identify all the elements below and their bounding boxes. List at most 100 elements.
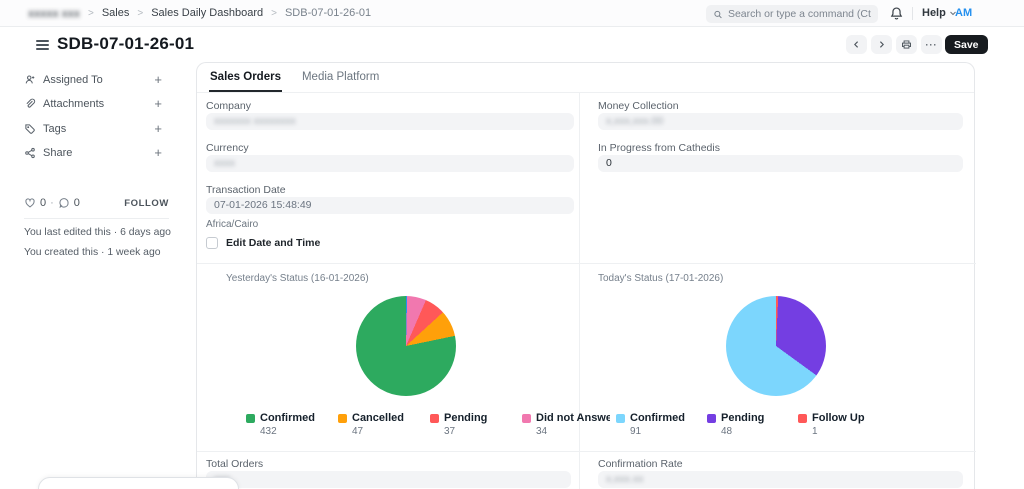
breadcrumb-sales-daily-dashboard[interactable]: Sales Daily Dashboard xyxy=(151,7,263,19)
global-search[interactable] xyxy=(706,5,878,23)
add-attachment-button[interactable]: + xyxy=(154,97,162,110)
legend-label: Did not Answer xyxy=(536,412,610,424)
notifications-bell-icon[interactable] xyxy=(889,6,904,21)
ellipsis-icon: ··· xyxy=(925,39,938,50)
save-button[interactable]: Save xyxy=(945,35,988,54)
follow-button[interactable]: FOLLOW xyxy=(124,198,169,209)
in-progress-field[interactable]: 0 xyxy=(598,155,963,172)
money-collection-field[interactable]: x,xxx,xxx.00 xyxy=(598,113,963,130)
checkbox-unchecked[interactable] xyxy=(206,237,218,249)
sidebar-item-share[interactable]: Share + xyxy=(24,145,162,161)
user-avatar-initials[interactable]: AM xyxy=(955,7,972,19)
assign-user-icon xyxy=(25,75,35,84)
breadcrumb-separator: > xyxy=(137,7,144,19)
total-orders-field[interactable]: xxx xyxy=(206,471,571,488)
last-edited-note: You last edited this · 6 days ago xyxy=(24,227,171,238)
currency-field[interactable]: xxxx xyxy=(206,155,574,172)
chevron-left-icon xyxy=(854,41,859,48)
sidebar-item-attachments[interactable]: Attachments + xyxy=(24,96,162,112)
prev-document-button[interactable] xyxy=(846,35,867,54)
more-actions-button[interactable]: ··· xyxy=(921,35,942,54)
printer-icon xyxy=(902,40,911,49)
transaction-date-value: 07-01-2026 15:48:49 xyxy=(214,199,312,211)
legend-swatch xyxy=(707,413,716,423)
legend-item-cancelled: Cancelled 47 xyxy=(338,412,430,437)
legend-value: 48 xyxy=(721,426,733,437)
add-assignment-button[interactable]: + xyxy=(154,73,162,86)
legend-swatch xyxy=(338,413,347,423)
legend-item-did-not-answer: Did not Answer 34 xyxy=(522,412,610,437)
company-field[interactable]: xxxxxxx xxxxxxxx xyxy=(206,113,574,130)
breadcrumb-sales[interactable]: Sales xyxy=(102,7,130,19)
legend-label: Cancelled xyxy=(352,412,404,424)
total-orders-label: Total Orders xyxy=(206,458,264,470)
column-divider xyxy=(579,451,580,489)
sidebar-toggle-icon[interactable] xyxy=(36,40,49,50)
add-tag-button[interactable]: + xyxy=(154,122,162,135)
today-chart-title: Today's Status (17-01-2026) xyxy=(598,273,724,284)
yesterday-status-pie-chart xyxy=(356,296,456,396)
currency-label: Currency xyxy=(206,142,249,154)
transaction-date-label: Transaction Date xyxy=(206,184,286,196)
app-logo-redacted[interactable]: xxxxx xxx xyxy=(28,8,80,20)
legend-value: 37 xyxy=(444,426,456,437)
document-reactions-row: 0 · 0 FOLLOW xyxy=(24,197,169,209)
in-progress-value: 0 xyxy=(606,157,612,169)
add-share-button[interactable]: + xyxy=(154,146,162,159)
legend-item-pending: Pending 37 xyxy=(430,412,522,437)
legend-swatch xyxy=(246,413,255,423)
comments-count: 0 xyxy=(73,197,80,209)
legend-item-confirmed: Confirmed 432 xyxy=(246,412,338,437)
legend-label: Confirmed xyxy=(630,412,685,424)
comment-icon[interactable] xyxy=(58,197,70,209)
created-note: You created this · 1 week ago xyxy=(24,247,161,258)
legend-item-follow-up: Follow Up 1 xyxy=(798,412,889,437)
sidebar-item-label: Tags xyxy=(43,123,67,135)
help-menu[interactable]: Help xyxy=(922,7,957,19)
page: xxxxx xxx > Sales > Sales Daily Dashboar… xyxy=(0,0,1024,489)
sidebar-item-assigned-to[interactable]: Assigned To + xyxy=(24,72,162,88)
form-tabs: Sales Orders Media Platform xyxy=(197,63,974,93)
legend-label: Confirmed xyxy=(260,412,315,424)
company-label: Company xyxy=(206,100,251,112)
yesterday-chart-legend: Confirmed 432 Cancelled 47 Pending 37 Di… xyxy=(246,412,618,437)
money-collection-label: Money Collection xyxy=(598,100,679,112)
heart-icon[interactable] xyxy=(24,197,36,209)
in-progress-label: In Progress from Cathedis xyxy=(598,142,720,154)
sidebar-item-tags[interactable]: Tags + xyxy=(24,121,162,137)
breadcrumb-current-doc: SDB-07-01-26-01 xyxy=(284,7,372,19)
next-document-button[interactable] xyxy=(871,35,892,54)
edit-date-time-label: Edit Date and Time xyxy=(226,237,321,249)
section-divider xyxy=(197,263,976,264)
edit-date-time-checkbox-row[interactable]: Edit Date and Time xyxy=(206,237,320,249)
form-card: Sales Orders Media Platform Company xxxx… xyxy=(196,62,976,489)
search-input[interactable] xyxy=(727,8,871,20)
print-button[interactable] xyxy=(896,35,917,54)
confirmation-rate-value-redacted: x,xxx.xx xyxy=(606,473,644,485)
legend-value: 47 xyxy=(352,426,364,437)
legend-label: Follow Up xyxy=(812,412,865,424)
sidebar-item-label: Attachments xyxy=(43,98,105,110)
confirmation-rate-label: Confirmation Rate xyxy=(598,458,683,470)
transaction-date-field[interactable]: 07-01-2026 15:48:49 xyxy=(206,197,574,214)
page-title: SDB-07-01-26-01 xyxy=(57,34,195,53)
dot-separator: · xyxy=(50,197,54,209)
legend-label: Pending xyxy=(721,412,765,424)
bottom-left-popup[interactable] xyxy=(38,477,239,489)
money-collection-value-redacted: x,xxx,xxx.00 xyxy=(606,115,664,127)
legend-swatch xyxy=(522,413,531,423)
confirmation-rate-field[interactable]: x,xxx.xx xyxy=(598,471,963,488)
help-label: Help xyxy=(922,7,946,19)
currency-value-redacted: xxxx xyxy=(214,157,235,169)
breadcrumb: > Sales > Sales Daily Dashboard > SDB-07… xyxy=(88,7,371,19)
company-value-redacted: xxxxxxx xxxxxxxx xyxy=(214,115,296,127)
likes-count: 0 xyxy=(40,197,47,209)
tab-media-platform[interactable]: Media Platform xyxy=(301,63,380,92)
tab-sales-orders[interactable]: Sales Orders xyxy=(209,63,282,92)
column-divider xyxy=(579,93,580,263)
sidebar-item-label: Share xyxy=(43,147,73,159)
legend-value: 1 xyxy=(812,426,818,437)
breadcrumb-separator: > xyxy=(88,7,94,19)
legend-item-confirmed: Confirmed 91 xyxy=(616,412,707,437)
tag-icon xyxy=(25,124,35,134)
